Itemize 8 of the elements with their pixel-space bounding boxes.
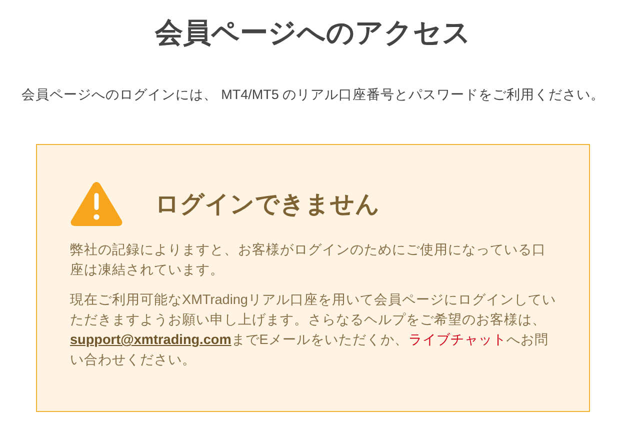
page-title: 会員ページへのアクセス (155, 16, 471, 50)
alert-title: ログインできません (155, 190, 380, 220)
email-link[interactable]: support@xmtrading.com (70, 332, 232, 347)
warning-icon (70, 181, 123, 226)
alert-message: 弊社の記録によりますと、お客様がログインのためにご使用になっている口座は凍結されています。 (70, 241, 547, 279)
help-paragraph: 現在ご利用可能なXMTradingリアル口座を用いて会員ページにログインしていただきますようお願い申し上げます。さらなるヘルプをご希望のお客様は、 support@xmtrading.com までEメールをいただくか、ライブチャット へお問い合わせください。 (70, 291, 557, 369)
intro-text: 会員ページへのログインには、 MT4/MT5 のリアル口座番号とパスワードをご利用ください。 (21, 86, 605, 104)
live-chat-link[interactable]: ライブチャット (408, 332, 506, 347)
